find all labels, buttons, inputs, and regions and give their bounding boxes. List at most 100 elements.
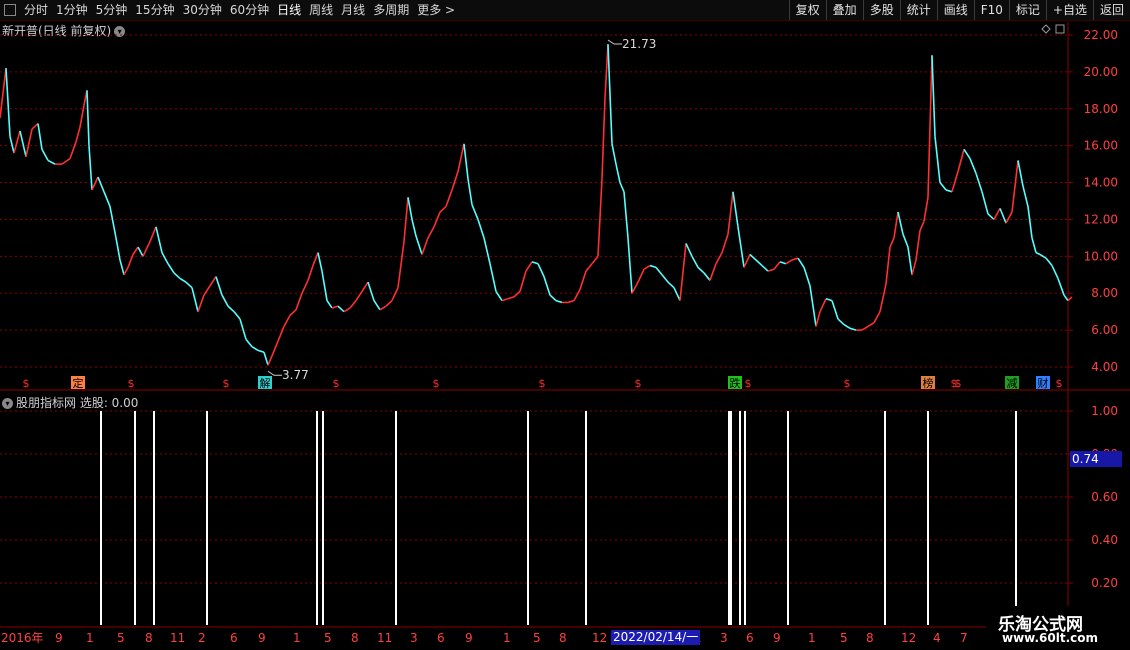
price-segment — [709, 263, 717, 281]
price-segment — [245, 338, 253, 348]
price-segment — [233, 311, 241, 320]
price-segment — [227, 305, 235, 313]
price-segment — [773, 261, 781, 270]
price-segment — [471, 204, 479, 220]
price-segment — [477, 219, 485, 239]
price-segment — [969, 158, 977, 174]
price-segment — [307, 265, 314, 281]
price-segment — [47, 159, 56, 165]
price-segment — [691, 255, 699, 268]
price-segment — [843, 323, 851, 329]
event-badge-label: 榜 — [923, 376, 934, 390]
price-segment — [439, 205, 447, 213]
price-segment — [715, 252, 723, 265]
event-dollar-marker: $ — [955, 377, 962, 390]
price-segment — [649, 264, 657, 269]
price-segment — [421, 237, 429, 255]
price-segment — [697, 266, 705, 274]
price-segment — [185, 281, 193, 289]
time-tick-label: 12 — [901, 631, 916, 645]
price-segment — [623, 191, 629, 238]
price-segment — [945, 189, 953, 193]
price-tick-label: 16.00 — [1084, 139, 1118, 153]
price-segment — [427, 226, 435, 239]
price-segment — [263, 352, 269, 366]
chart-canvas[interactable]: 22.0020.0018.0016.0014.0012.0010.008.006… — [0, 0, 1130, 650]
time-tick-label: 8 — [145, 631, 153, 645]
price-tick-label: 20.00 — [1084, 65, 1118, 79]
high-pointer — [607, 39, 622, 45]
event-badge-label: 跌 — [730, 376, 741, 390]
price-segment — [25, 128, 33, 157]
price-segment — [312, 252, 319, 266]
price-segment — [5, 68, 11, 137]
price-segment — [767, 268, 775, 272]
price-segment — [197, 294, 205, 312]
price-segment — [289, 309, 297, 316]
price-segment — [779, 261, 787, 265]
price-segment — [923, 197, 929, 222]
event-dollar-marker: $ — [745, 377, 752, 390]
price-segment — [902, 233, 909, 248]
price-segment — [785, 259, 793, 265]
price-segment — [679, 243, 687, 301]
price-segment — [1005, 211, 1013, 224]
price-segment — [337, 305, 345, 313]
price-segment — [173, 272, 181, 280]
price-segment — [251, 346, 259, 352]
price-segment — [507, 296, 515, 300]
price-segment — [489, 263, 497, 292]
time-tick-label: 8 — [351, 631, 359, 645]
event-dollar-marker: $ — [23, 377, 30, 390]
price-segment — [132, 246, 139, 255]
price-segment — [951, 171, 959, 193]
price-segment — [271, 340, 279, 357]
price-segment — [673, 287, 681, 301]
time-tick-label: 2 — [198, 631, 206, 645]
price-segment — [1057, 278, 1065, 296]
price-segment — [727, 191, 734, 235]
price-tick-label: 14.00 — [1084, 176, 1118, 190]
price-segment — [407, 197, 413, 220]
price-segment — [321, 270, 328, 301]
price-segment — [963, 148, 971, 160]
price-segment — [911, 259, 917, 275]
price-segment — [239, 318, 247, 340]
cursor-value-label: 0.74 — [1070, 451, 1122, 467]
price-segment — [123, 267, 129, 276]
event-badge-label: 解 — [260, 376, 271, 390]
price-segment — [451, 171, 459, 191]
price-segment — [267, 355, 273, 366]
price-segment — [907, 246, 913, 275]
price-segment — [685, 243, 693, 257]
price-segment — [927, 55, 933, 198]
price-segment — [61, 157, 71, 165]
price-segment — [939, 182, 947, 191]
price-segment — [257, 349, 265, 354]
price-segment — [703, 272, 711, 281]
price-segment — [373, 300, 381, 311]
price-segment — [109, 206, 117, 239]
time-tick-label: 6 — [230, 631, 238, 645]
event-badge-label: 定 — [73, 376, 84, 390]
time-tick-label: 3 — [720, 631, 728, 645]
price-segment — [999, 208, 1007, 224]
price-segment — [483, 237, 491, 264]
price-segment — [987, 213, 995, 221]
price-segment — [627, 237, 633, 294]
event-dollar-marker: $ — [223, 377, 230, 390]
event-badge-label: 财 — [1038, 376, 1049, 390]
low-pointer — [267, 370, 282, 376]
cursor-date-label: 2022/02/14/一 — [611, 630, 701, 645]
price-segment — [815, 311, 821, 327]
price-segment — [873, 311, 881, 324]
price-segment — [433, 211, 441, 228]
price-segment — [889, 237, 895, 248]
price-segment — [555, 299, 563, 304]
price-segment — [397, 241, 405, 288]
price-segment — [88, 145, 93, 190]
price-segment — [349, 300, 357, 309]
price-segment — [391, 287, 399, 301]
price-segment — [579, 270, 587, 290]
price-segment — [331, 305, 339, 309]
